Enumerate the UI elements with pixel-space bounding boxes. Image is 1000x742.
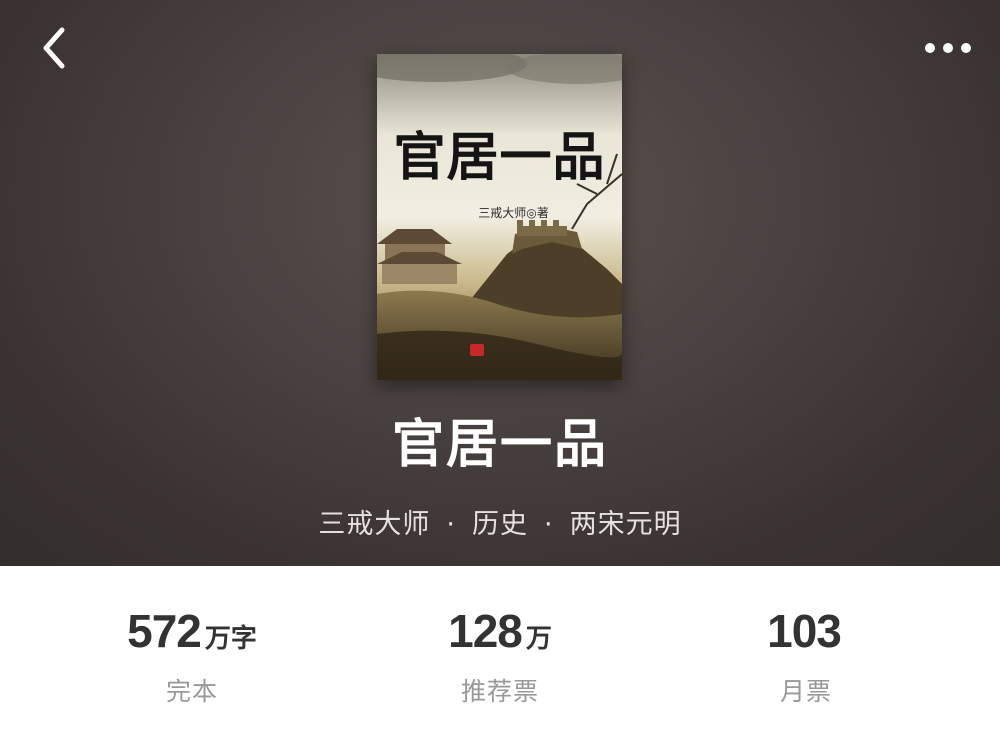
stat-value: 103 (767, 605, 842, 657)
more-dot-icon (925, 43, 935, 53)
stat-unit: 万 (525, 623, 552, 653)
stat-monthly-votes[interactable]: 103 月票 (656, 608, 956, 708)
cover-author: 三戒大师◎著 (478, 206, 549, 220)
book-stats: 572 万字 完本 128 万 推荐票 103 月票 (0, 566, 1000, 742)
meta-separator: · (544, 509, 554, 540)
subcategory-link[interactable]: 两宋元明 (570, 509, 682, 540)
stat-unit: 万字 (204, 623, 257, 653)
stat-recommend-votes[interactable]: 128 万 推荐票 (350, 608, 650, 708)
book-cover[interactable]: 官居一品 三戒大师◎著 (377, 54, 622, 380)
stat-label: 月票 (779, 677, 832, 706)
stat-value: 572 万字 (127, 605, 257, 657)
stat-label: 完本 (165, 677, 218, 706)
author-link[interactable]: 三戒大师 (318, 509, 430, 540)
book-title: 官居一品 (391, 414, 608, 475)
more-button[interactable] (918, 28, 978, 68)
publisher-logo-icon (470, 344, 484, 356)
more-dot-icon (943, 43, 953, 53)
meta-separator: · (446, 509, 456, 540)
book-header: 官居一品 三戒大师◎著 官居一品 三戒大师 · 历史 · 两宋元明 (0, 0, 1000, 566)
chevron-left-icon (43, 27, 65, 69)
cover-title: 官居一品 (393, 127, 606, 188)
category-link[interactable]: 历史 (472, 509, 528, 540)
book-meta: 三戒大师 · 历史 · 两宋元明 (0, 502, 1000, 541)
stat-word-count: 572 万字 完本 (42, 608, 342, 708)
more-dot-icon (961, 43, 971, 53)
stat-label: 推荐票 (460, 677, 539, 706)
back-button[interactable] (30, 24, 78, 72)
stat-value: 128 万 (448, 605, 552, 657)
